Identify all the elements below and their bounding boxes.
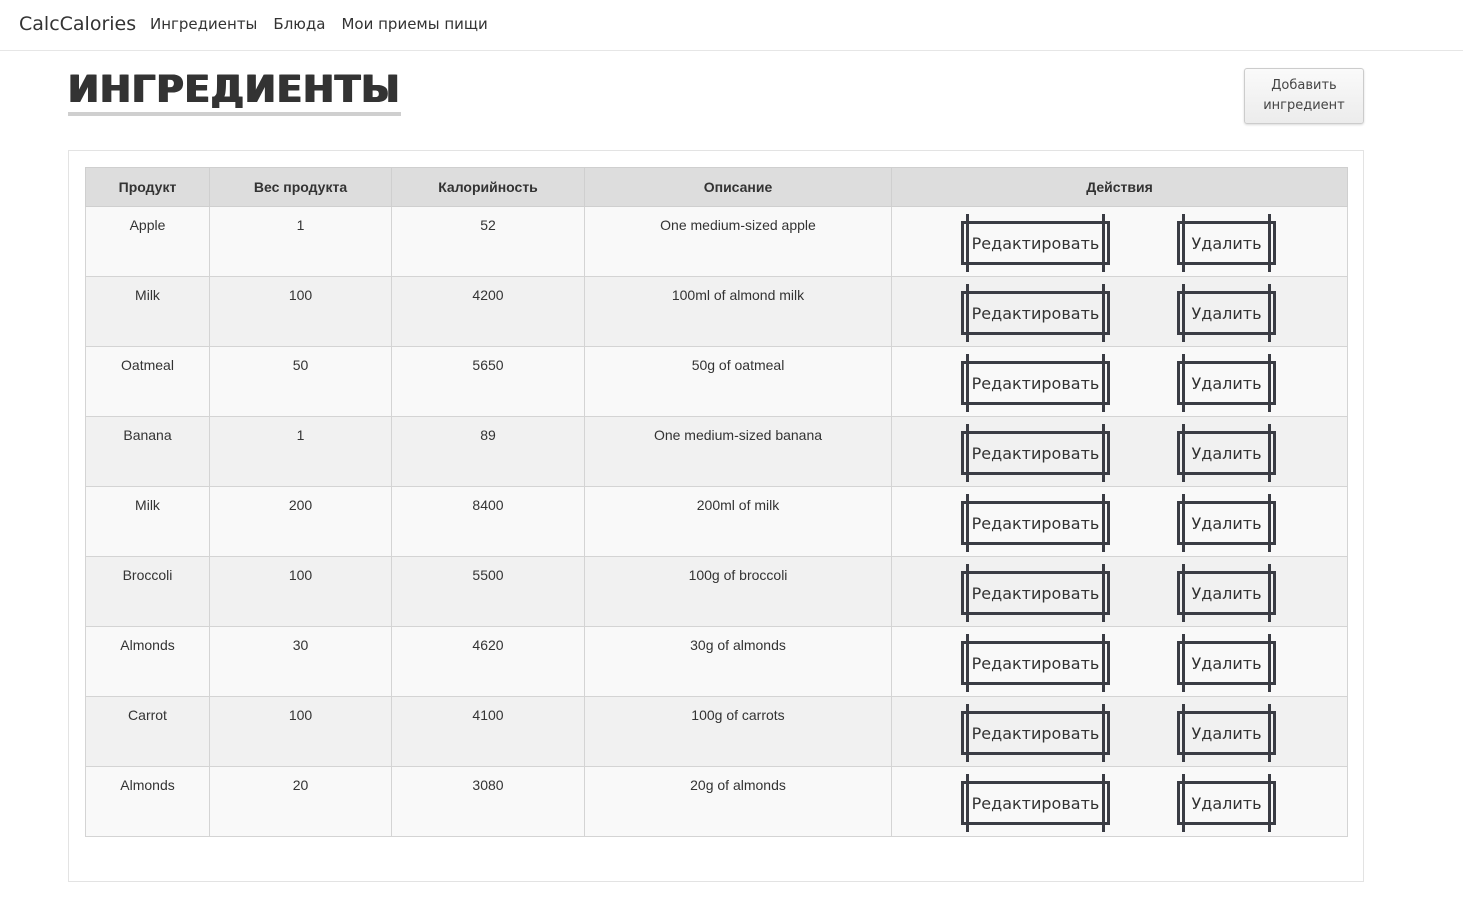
edit-button[interactable]: Редактировать	[961, 424, 1110, 482]
cell-weight: 100	[209, 276, 392, 347]
cell-calories: 4100	[391, 696, 585, 767]
table-row: Carrot 100 4100 100g of carrots Редактироват…	[85, 696, 1348, 767]
cell-product: Oatmeal	[85, 346, 210, 417]
cell-weight: 30	[209, 626, 392, 697]
cell-product: Almonds	[85, 626, 210, 697]
table-row: Almonds 20 3080 20g of almonds Редактировать…	[85, 766, 1348, 837]
cell-actions: Редактировать Удалить	[891, 486, 1348, 557]
delete-button[interactable]: Удалить	[1177, 704, 1276, 762]
cell-weight: 100	[209, 696, 392, 767]
ingredients-table: Продукт Вес продукта Калорийность Описан…	[85, 167, 1348, 837]
add-ingredient-button[interactable]: Добавить ингредиент	[1244, 68, 1364, 124]
nav-link-my-meals[interactable]: Мои приемы пищи	[341, 14, 487, 34]
edit-button[interactable]: Редактировать	[961, 214, 1110, 272]
cell-weight: 50	[209, 346, 392, 417]
brand-link[interactable]: CalcCalories	[19, 12, 136, 36]
table-row: Banana 1 89 One medium-sized banana Редактир…	[85, 416, 1348, 487]
delete-button[interactable]: Удалить	[1177, 424, 1276, 482]
cell-actions: Редактировать Удалить	[891, 696, 1348, 767]
cell-calories: 3080	[391, 766, 585, 837]
edit-button[interactable]: Редактировать	[961, 284, 1110, 342]
cell-calories: 4200	[391, 276, 585, 347]
delete-button[interactable]: Удалить	[1177, 284, 1276, 342]
cell-calories: 4620	[391, 626, 585, 697]
delete-button[interactable]: Удалить	[1177, 564, 1276, 622]
cell-product: Milk	[85, 276, 210, 347]
cell-product: Milk	[85, 486, 210, 557]
cell-actions: Редактировать Удалить	[891, 556, 1348, 627]
edit-button[interactable]: Редактировать	[961, 774, 1110, 832]
table-header-row: Продукт Вес продукта Калорийность Описан…	[85, 167, 1348, 207]
table-row: Apple 1 52 One medium-sized apple Редактиров…	[85, 206, 1348, 277]
navbar: CalcCalories Ингредиенты Блюда Мои прием…	[0, 0, 1463, 51]
cell-actions: Редактировать Удалить	[891, 766, 1348, 837]
cell-actions: Редактировать Удалить	[891, 276, 1348, 347]
edit-button[interactable]: Редактировать	[961, 634, 1110, 692]
delete-button[interactable]: Удалить	[1177, 494, 1276, 552]
cell-product: Banana	[85, 416, 210, 487]
delete-button[interactable]: Удалить	[1177, 774, 1276, 832]
nav-links: Ингредиенты Блюда Мои приемы пищи	[150, 14, 488, 34]
nav-link-ingredients[interactable]: Ингредиенты	[150, 14, 257, 34]
cell-description: 30g of almonds	[584, 626, 892, 697]
nav-link-dishes[interactable]: Блюда	[273, 14, 325, 34]
delete-button[interactable]: Удалить	[1177, 214, 1276, 272]
cell-calories: 52	[391, 206, 585, 277]
table-row: Milk 100 4200 100ml of almond milk Редактиро…	[85, 276, 1348, 347]
cell-calories: 5500	[391, 556, 585, 627]
header-calories: Калорийность	[391, 167, 585, 207]
cell-actions: Редактировать Удалить	[891, 206, 1348, 277]
cell-description: 20g of almonds	[584, 766, 892, 837]
header-product: Продукт	[85, 167, 210, 207]
cell-description: 100g of broccoli	[584, 556, 892, 627]
cell-product: Broccoli	[85, 556, 210, 627]
cell-actions: Редактировать Удалить	[891, 346, 1348, 417]
cell-description: 50g of oatmeal	[584, 346, 892, 417]
cell-actions: Редактировать Удалить	[891, 416, 1348, 487]
cell-description: One medium-sized apple	[584, 206, 892, 277]
cell-product: Almonds	[85, 766, 210, 837]
cell-description: 200ml of milk	[584, 486, 892, 557]
header-description: Описание	[584, 167, 892, 207]
edit-button[interactable]: Редактировать	[961, 494, 1110, 552]
edit-button[interactable]: Редактировать	[961, 354, 1110, 412]
cell-calories: 5650	[391, 346, 585, 417]
cell-calories: 89	[391, 416, 585, 487]
table-row: Oatmeal 50 5650 50g of oatmeal Редактировать…	[85, 346, 1348, 417]
table-row: Milk 200 8400 200ml of milk Редактировать Уда…	[85, 486, 1348, 557]
cell-weight: 20	[209, 766, 392, 837]
cell-calories: 8400	[391, 486, 585, 557]
table-body: Apple 1 52 One medium-sized apple Редактиров…	[85, 206, 1348, 837]
cell-description: 100g of carrots	[584, 696, 892, 767]
edit-button[interactable]: Редактировать	[961, 564, 1110, 622]
table-row: Broccoli 100 5500 100g of broccoli Редактиро…	[85, 556, 1348, 627]
table-row: Almonds 30 4620 30g of almonds Редактировать…	[85, 626, 1348, 697]
cell-description: One medium-sized banana	[584, 416, 892, 487]
cell-product: Carrot	[85, 696, 210, 767]
cell-weight: 1	[209, 206, 392, 277]
delete-button[interactable]: Удалить	[1177, 354, 1276, 412]
cell-description: 100ml of almond milk	[584, 276, 892, 347]
edit-button[interactable]: Редактировать	[961, 704, 1110, 762]
header-weight: Вес продукта	[209, 167, 392, 207]
cell-weight: 200	[209, 486, 392, 557]
cell-weight: 100	[209, 556, 392, 627]
page-title: ИНГРЕДИЕНТЫ	[68, 68, 401, 116]
cell-product: Apple	[85, 206, 210, 277]
delete-button[interactable]: Удалить	[1177, 634, 1276, 692]
cell-actions: Редактировать Удалить	[891, 626, 1348, 697]
header-actions: Действия	[891, 167, 1348, 207]
cell-weight: 1	[209, 416, 392, 487]
